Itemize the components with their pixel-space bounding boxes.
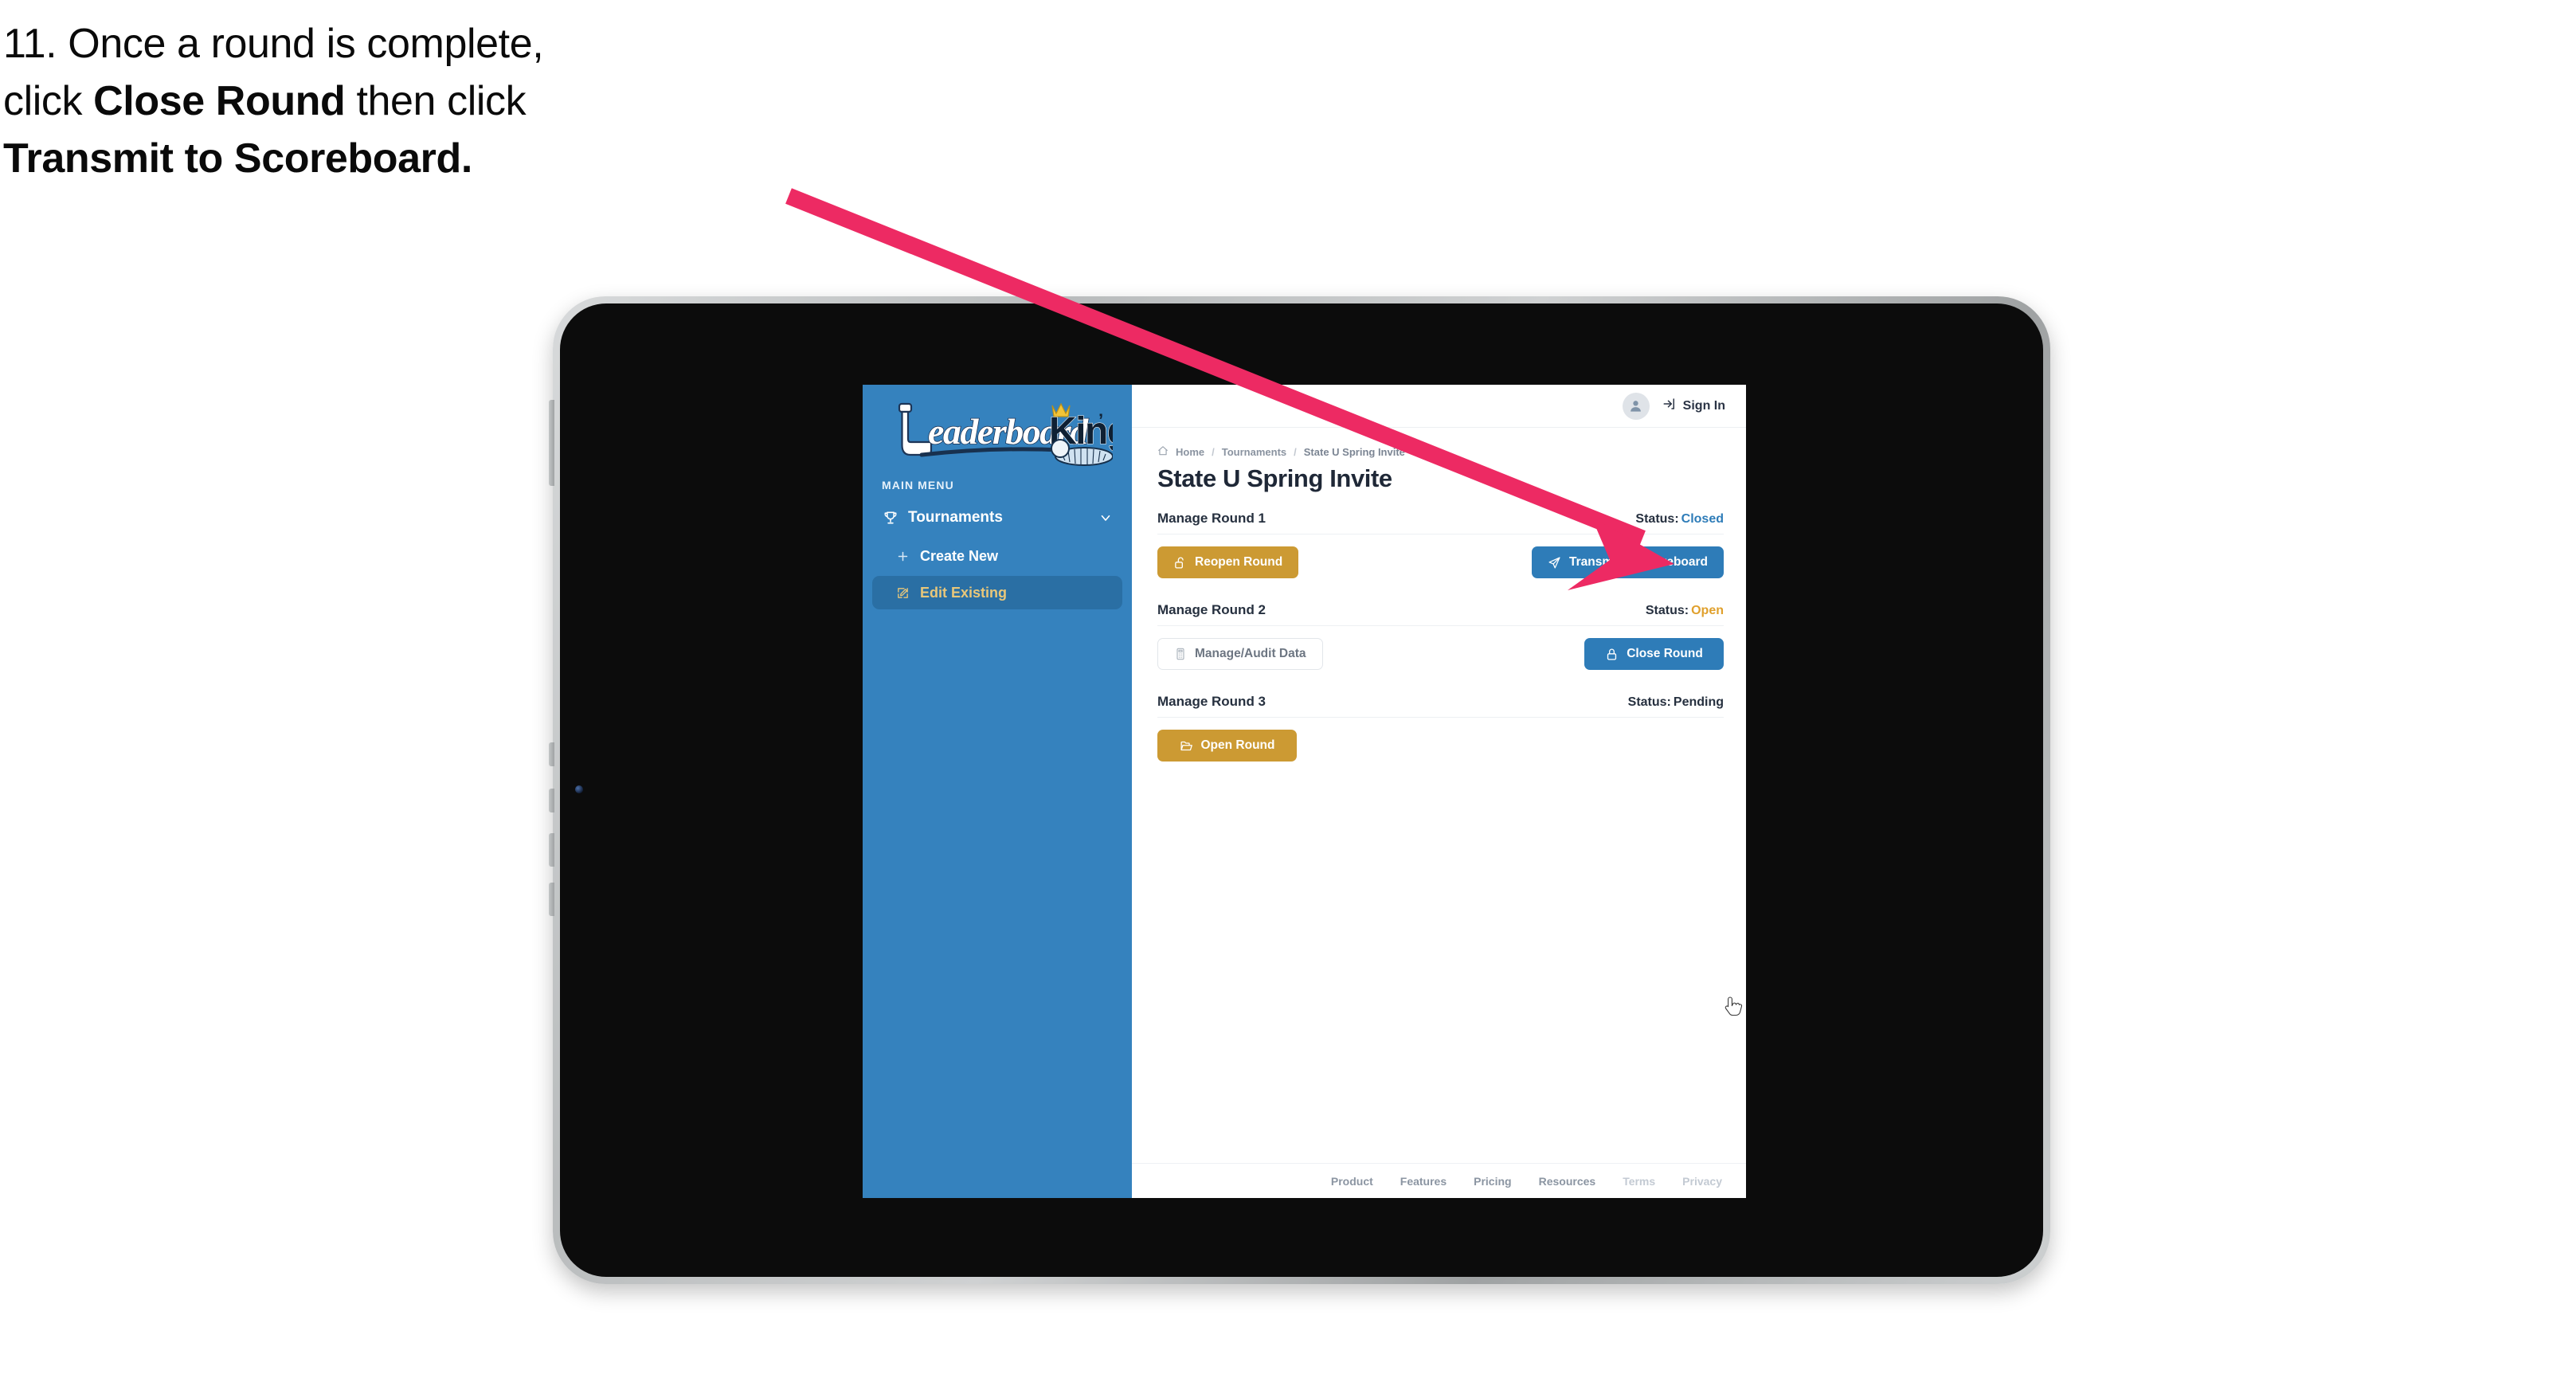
main-panel: Sign In Home / Tournaments / State U Spr… [1132,385,1746,1198]
sidebar-item-edit-existing[interactable]: Edit Existing [872,576,1122,609]
breadcrumb-item-tournaments[interactable]: Tournaments [1222,446,1286,458]
round-3-status-label: Status: [1627,695,1671,709]
round-2-actions: Manage/Audit Data Close Round [1157,638,1724,670]
tablet-camera-icon [575,785,583,793]
app-screen: eaderboard King ’ [863,385,1746,1198]
round-3-status-value: Pending [1673,695,1724,709]
chevron-down-icon[interactable] [1098,511,1113,525]
calculator-icon [1174,648,1187,660]
round-2-status-label: Status: [1645,604,1689,617]
caption-transmit-bold: Transmit to Scoreboard. [3,135,472,182]
avatar[interactable] [1622,392,1650,420]
footer-link-product[interactable]: Product [1331,1175,1373,1188]
round-1-header: Manage Round 1 Status: Closed [1157,511,1724,534]
round-block-1: Manage Round 1 Status: Closed Reopen Rou… [1157,511,1724,578]
reopen-round-button[interactable]: Reopen Round [1157,546,1299,578]
sign-in-label: Sign In [1682,398,1725,413]
tablet-side-button-4[interactable] [549,833,554,867]
caption-line-1: 11. Once a round is complete, [3,21,544,67]
lock-icon [1605,648,1619,661]
sidebar: eaderboard King ’ [863,385,1132,1198]
open-round-label: Open Round [1200,738,1275,752]
leaderboard-king-logo-icon: eaderboard King ’ [898,402,1113,466]
user-avatar-icon [1631,401,1642,412]
round-2-header: Manage Round 2 Status: Open [1157,602,1724,626]
paper-plane-icon [1548,556,1561,570]
tablet-side-button-3[interactable] [549,789,554,812]
instruction-caption: 11. Once a round is complete, click Clos… [3,16,879,187]
round-2-title: Manage Round 2 [1157,602,1266,617]
tablet-device: eaderboard King ’ [549,296,2050,1284]
open-round-button[interactable]: Open Round [1157,730,1297,762]
round-3-actions: Open Round [1157,730,1724,762]
top-bar: Sign In [1132,385,1746,428]
round-block-2: Manage Round 2 Status: Open Manage/Audit… [1157,602,1724,670]
transmit-to-scoreboard-button[interactable]: Transmit to Scoreboard [1532,546,1724,578]
home-icon[interactable] [1157,445,1169,459]
breadcrumb-separator: / [1294,446,1297,458]
caption-line2-pre: click [3,77,94,124]
reopen-round-label: Reopen Round [1195,555,1283,569]
breadcrumb-item-home[interactable]: Home [1176,446,1204,458]
footer-link-terms[interactable]: Terms [1623,1175,1655,1188]
round-block-3: Manage Round 3 Status: Pending Open Roun… [1157,694,1724,762]
manage-audit-data-button[interactable]: Manage/Audit Data [1157,638,1323,670]
manage-audit-data-label: Manage/Audit Data [1195,647,1306,660]
footer: Product Features Pricing Resources Terms… [1132,1163,1746,1198]
caption-close-round-bold: Close Round [93,77,346,124]
sidebar-item-create-new-label: Create New [920,547,999,564]
app-logo[interactable]: eaderboard King ’ [863,385,1132,474]
page-title: State U Spring Invite [1157,464,1392,492]
footer-link-features[interactable]: Features [1400,1175,1447,1188]
content-area: Home / Tournaments / State U Spring Invi… [1132,428,1746,1163]
round-2-status-value: Open [1691,604,1724,617]
breadcrumb: Home / Tournaments / State U Spring Invi… [1157,445,1724,459]
round-3-title: Manage Round 3 [1157,694,1266,709]
close-round-button[interactable]: Close Round [1584,638,1724,670]
caption-line2-post: then click [345,77,527,124]
svg-text:’: ’ [1098,410,1103,430]
footer-link-privacy[interactable]: Privacy [1682,1175,1722,1188]
open-folder-icon [1180,739,1193,753]
transmit-to-scoreboard-label: Transmit to Scoreboard [1569,555,1708,569]
sidebar-item-tournaments[interactable]: Tournaments [872,499,1122,536]
round-1-actions: Reopen Round Transmit to Scoreboard [1157,546,1724,578]
round-3-status: Status: Pending [1628,695,1724,710]
caption-line-2: click Close Round then click [3,73,879,131]
round-1-status: Status: Closed [1635,512,1724,527]
close-round-label: Close Round [1627,647,1703,660]
breadcrumb-item-current: State U Spring Invite [1303,446,1405,458]
tablet-volume-button[interactable] [549,400,554,486]
round-1-status-label: Status: [1635,512,1679,526]
footer-link-resources[interactable]: Resources [1539,1175,1596,1188]
edit-square-icon [895,585,910,601]
screenshot-root: 11. Once a round is complete, click Clos… [0,0,2576,1386]
sign-in-button[interactable]: Sign In [1662,397,1725,415]
sidebar-item-tournaments-label: Tournaments [908,509,1003,526]
round-1-title: Manage Round 1 [1157,511,1266,526]
round-2-status: Status: Open [1646,604,1724,618]
sidebar-item-edit-existing-label: Edit Existing [920,584,1008,601]
tablet-side-button-5[interactable] [549,883,554,916]
sidebar-item-create-new[interactable]: Create New [872,539,1122,573]
caption-line-3: Transmit to Scoreboard. [3,131,879,188]
round-1-status-value: Closed [1681,512,1724,526]
sign-in-arrow-icon [1662,397,1677,415]
round-3-header: Manage Round 3 Status: Pending [1157,694,1724,718]
unlock-icon [1173,556,1187,570]
breadcrumb-separator: / [1212,446,1215,458]
trophy-icon [882,509,899,527]
tablet-side-button-2[interactable] [549,742,554,766]
plus-icon [895,548,910,564]
footer-link-pricing[interactable]: Pricing [1474,1175,1511,1188]
sidebar-section-label: MAIN MENU [882,479,954,491]
